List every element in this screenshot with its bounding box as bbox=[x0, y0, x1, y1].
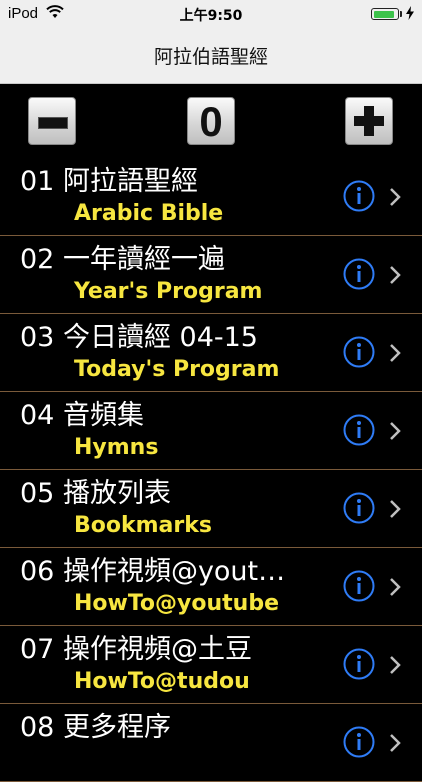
item-title: 08 更多程序 bbox=[20, 712, 171, 743]
item-subtitle: Year's Program bbox=[74, 279, 263, 304]
info-icon[interactable] bbox=[343, 180, 375, 212]
counter-value: 0 bbox=[199, 98, 223, 145]
page-title: 阿拉伯語聖經 bbox=[153, 46, 268, 68]
item-title: 01 阿拉語聖經 bbox=[20, 166, 198, 197]
decrease-button[interactable] bbox=[28, 97, 76, 145]
info-icon[interactable] bbox=[343, 414, 375, 446]
item-title: 02 一年讀經一遍 bbox=[20, 244, 225, 275]
item-subtitle: HowTo@tudou bbox=[74, 669, 250, 694]
item-title: 04 音頻集 bbox=[20, 400, 144, 431]
info-icon[interactable] bbox=[343, 726, 375, 758]
chevron-right-icon bbox=[390, 188, 401, 206]
chevron-right-icon bbox=[390, 422, 401, 440]
info-icon[interactable] bbox=[343, 648, 375, 680]
menu-list: 01 阿拉語聖經 Arabic Bible 02 一年讀經一遍 Year's P… bbox=[0, 158, 422, 782]
list-item[interactable]: 04 音頻集 Hymns bbox=[0, 392, 422, 470]
charging-icon bbox=[406, 6, 414, 20]
item-subtitle: Arabic Bible bbox=[74, 201, 224, 226]
list-item[interactable]: 07 操作視頻@土豆 HowTo@tudou bbox=[0, 626, 422, 704]
list-item[interactable]: 03 今日讀經 04-15 Today's Program bbox=[0, 314, 422, 392]
item-title: 03 今日讀經 04-15 bbox=[20, 322, 258, 353]
list-item[interactable]: 08 更多程序 bbox=[0, 704, 422, 782]
item-title: 05 播放列表 bbox=[20, 478, 171, 509]
list-item[interactable]: 02 一年讀經一遍 Year's Program bbox=[0, 236, 422, 314]
chevron-right-icon bbox=[390, 578, 401, 596]
increase-button[interactable] bbox=[345, 97, 393, 145]
item-title: 06 操作視頻@yout… bbox=[20, 556, 286, 587]
plus-icon-vertical bbox=[364, 106, 374, 136]
toolbar: 0 bbox=[0, 84, 422, 158]
info-icon[interactable] bbox=[343, 336, 375, 368]
info-icon[interactable] bbox=[343, 258, 375, 290]
item-subtitle: Bookmarks bbox=[74, 513, 212, 538]
list-item[interactable]: 01 阿拉語聖經 Arabic Bible bbox=[0, 158, 422, 236]
item-subtitle: HowTo@youtube bbox=[74, 591, 280, 616]
chevron-right-icon bbox=[390, 500, 401, 518]
chevron-right-icon bbox=[390, 656, 401, 674]
chevron-right-icon bbox=[390, 734, 401, 752]
item-title: 07 操作視頻@土豆 bbox=[20, 634, 252, 665]
navigation-bar: 阿拉伯語聖經 bbox=[0, 28, 422, 84]
item-subtitle: Hymns bbox=[74, 435, 159, 460]
status-bar: iPod 上午9:50 bbox=[0, 0, 422, 28]
minus-icon bbox=[38, 117, 68, 129]
battery-level bbox=[373, 10, 394, 18]
list-item[interactable]: 06 操作視頻@yout… HowTo@youtube bbox=[0, 548, 422, 626]
list-item[interactable]: 05 播放列表 Bookmarks bbox=[0, 470, 422, 548]
chevron-right-icon bbox=[390, 344, 401, 362]
battery-cap bbox=[400, 11, 402, 17]
item-subtitle: Today's Program bbox=[74, 357, 280, 382]
battery-icon bbox=[371, 8, 399, 20]
info-icon[interactable] bbox=[343, 492, 375, 524]
info-icon[interactable] bbox=[343, 570, 375, 602]
counter-button[interactable]: 0 bbox=[187, 97, 235, 145]
chevron-right-icon bbox=[390, 266, 401, 284]
status-time: 上午9:50 bbox=[179, 8, 243, 24]
